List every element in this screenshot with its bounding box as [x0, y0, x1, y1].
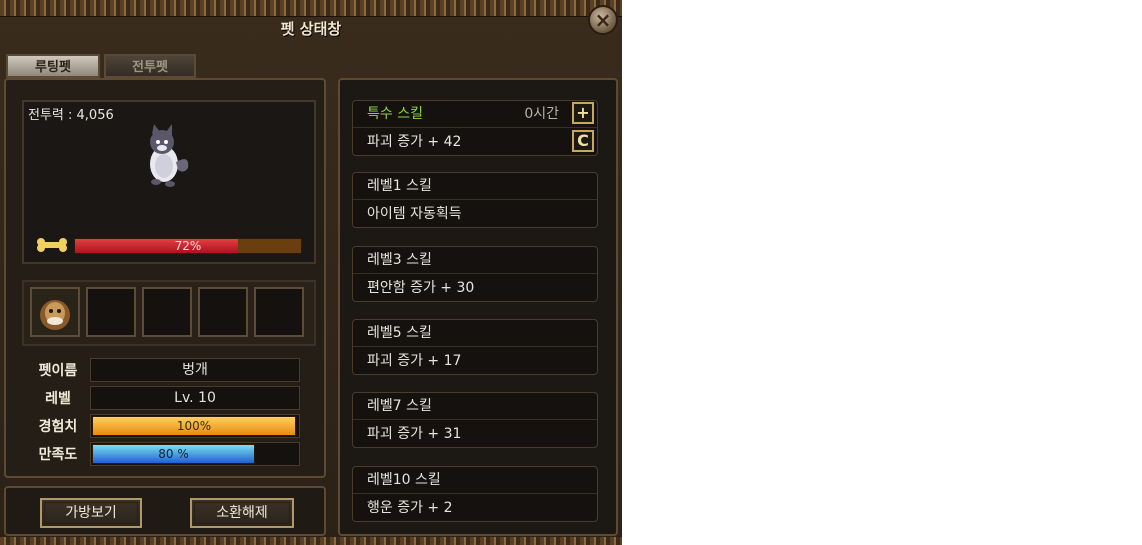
inventory-button[interactable]: 가방보기: [40, 498, 142, 528]
satisfaction-label: 만족도: [38, 447, 78, 463]
pet-item-icon: [32, 289, 78, 335]
plus-icon[interactable]: +: [572, 102, 594, 124]
exp-label: 경험치: [38, 419, 78, 435]
skill-title: 레벨10 스킬: [353, 467, 597, 494]
skill-effect: 파괴 증가 + 42: [367, 134, 462, 150]
skill-special: 특수 스킬 0시간 파괴 증가 + 42: [352, 100, 598, 156]
refresh-icon[interactable]: C: [572, 130, 594, 152]
hunger-text: 72%: [174, 239, 202, 253]
pet-sprite: [150, 124, 189, 187]
level-label: 레벨: [45, 391, 71, 407]
skill-effect: 아이템 자동획득: [367, 206, 462, 222]
satisfaction-bar: 80 %: [92, 444, 255, 464]
tab-combat-pet[interactable]: 전투펫: [104, 54, 196, 78]
skill-level5: 레벨5 스킬 파괴 증가 + 17: [352, 319, 598, 375]
skill-level7: 레벨7 스킬 파괴 증가 + 31: [352, 392, 598, 448]
equipment-slot-1[interactable]: [30, 287, 80, 337]
skill-title: 레벨5 스킬: [353, 320, 597, 347]
bone-icon: [37, 238, 67, 252]
close-icon[interactable]: ×: [588, 5, 618, 35]
bottom-ornament: [0, 537, 622, 545]
equipment-slot-4[interactable]: [198, 287, 248, 337]
skill-time: 0시간: [524, 106, 559, 122]
skill-effect: 편안함 증가 + 30: [367, 280, 475, 296]
satisfaction-text: 80 %: [158, 447, 189, 461]
exp-bar: 100%: [92, 416, 296, 436]
skill-title: 레벨1 스킬: [353, 173, 597, 200]
dismiss-button[interactable]: 소환해제: [190, 498, 294, 528]
skill-effect: 파괴 증가 + 17: [367, 353, 462, 369]
pet-name-value: 벙개: [90, 358, 300, 382]
top-ornament: [0, 0, 622, 17]
equipment-slot-5[interactable]: [254, 287, 304, 337]
equipment-slot-3[interactable]: [142, 287, 192, 337]
skill-title: 레벨7 스킬: [353, 393, 597, 420]
hunger-bar: 72%: [74, 238, 302, 254]
skill-effect: 파괴 증가 + 31: [367, 426, 462, 442]
equipment-slot-2[interactable]: [86, 287, 136, 337]
skill-level3: 레벨3 스킬 편안함 증가 + 30: [352, 246, 598, 302]
exp-text: 100%: [176, 419, 212, 433]
combat-power: 전투력 : 4,056: [28, 108, 114, 123]
level-value: Lv. 10: [90, 386, 300, 410]
skill-level10: 레벨10 스킬 행운 증가 + 2: [352, 466, 598, 522]
skill-effect: 행운 증가 + 2: [367, 500, 453, 516]
skill-title: 특수 스킬: [353, 101, 597, 128]
window-title: 펫 상태창: [280, 20, 342, 38]
tab-looting-pet[interactable]: 루팅펫: [6, 54, 100, 78]
skill-title: 레벨3 스킬: [353, 247, 597, 274]
pet-name-label: 펫이름: [38, 363, 78, 379]
skill-level1: 레벨1 스킬 아이템 자동획득: [352, 172, 598, 228]
pet-status-window: 펫 상태창 × 루팅펫 전투펫 전투력 : 4,056 72% 펫이름 벙개 레…: [0, 0, 622, 545]
